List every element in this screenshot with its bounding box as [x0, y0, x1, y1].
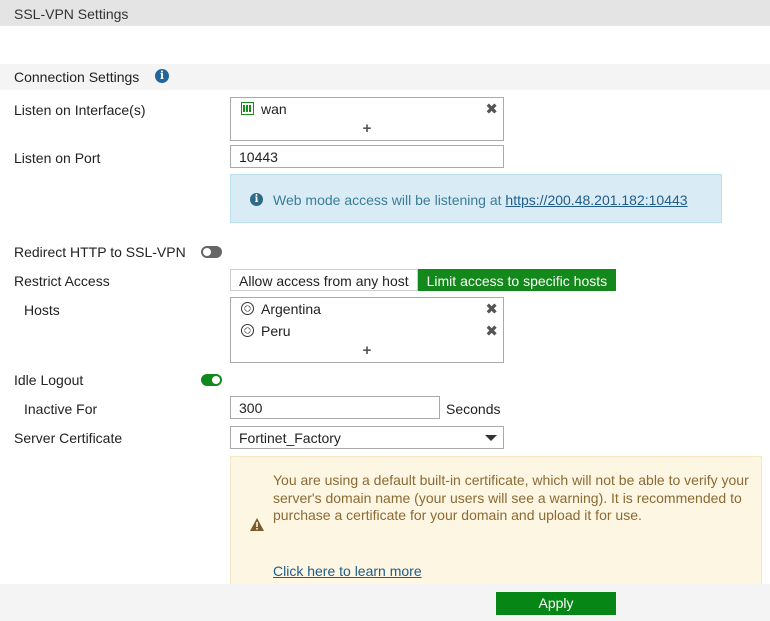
- hosts-label: Hosts: [24, 302, 60, 318]
- remove-interface-icon[interactable]: ✖: [485, 100, 498, 118]
- add-interface-button[interactable]: +: [231, 120, 503, 140]
- add-host-button[interactable]: +: [231, 342, 503, 362]
- interface-name: wan: [261, 101, 287, 117]
- host-name: Argentina: [261, 301, 321, 317]
- interface-item: wan ✖: [231, 98, 503, 120]
- title-bar: SSL-VPN Settings: [0, 0, 770, 26]
- host-name: Peru: [261, 323, 291, 339]
- globe-icon: [241, 302, 254, 315]
- idle-logout-label: Idle Logout: [14, 372, 84, 388]
- toggle-knob: [203, 248, 211, 256]
- restrict-access-segmented: Allow access from any host Limit access …: [230, 269, 617, 291]
- web-mode-url-link[interactable]: https://200.48.201.182:10443: [505, 192, 687, 208]
- network-port-icon: [241, 102, 254, 115]
- listen-port-input[interactable]: [230, 145, 504, 168]
- info-circle-icon[interactable]: i: [155, 69, 169, 83]
- redirect-http-toggle[interactable]: [201, 246, 222, 258]
- seconds-unit-label: Seconds: [446, 401, 501, 417]
- inactive-for-input[interactable]: [230, 396, 440, 419]
- listen-interface-select[interactable]: wan ✖ +: [230, 97, 504, 141]
- info-circle-icon: i: [250, 193, 263, 206]
- chevron-down-icon: [485, 435, 497, 441]
- page-title: SSL-VPN Settings: [14, 6, 129, 22]
- server-certificate-select[interactable]: Fortinet_Factory: [230, 426, 504, 449]
- footer-bar: Apply: [0, 584, 770, 621]
- inactive-for-label: Inactive For: [24, 401, 98, 417]
- listen-interface-label: Listen on Interface(s): [14, 102, 146, 118]
- section-title: Connection Settings: [14, 69, 140, 85]
- restrict-access-label: Restrict Access: [14, 273, 110, 289]
- allow-any-host-option[interactable]: Allow access from any host: [230, 269, 418, 291]
- globe-icon: [241, 324, 254, 337]
- host-item: Peru ✖: [231, 320, 503, 342]
- web-mode-info-text: Web mode access will be listening at htt…: [273, 192, 688, 208]
- certificate-warning-text: You are using a default built-in certifi…: [273, 472, 749, 523]
- listen-port-label: Listen on Port: [14, 150, 101, 166]
- remove-host-icon[interactable]: ✖: [485, 322, 498, 340]
- host-item: Argentina ✖: [231, 298, 503, 320]
- web-mode-info-box: i Web mode access will be listening at h…: [230, 174, 722, 223]
- redirect-http-label: Redirect HTTP to SSL-VPN: [14, 244, 186, 260]
- selected-certificate: Fortinet_Factory: [239, 430, 341, 446]
- toggle-knob: [212, 376, 220, 384]
- learn-more-link[interactable]: Click here to learn more: [273, 563, 422, 579]
- remove-host-icon[interactable]: ✖: [485, 300, 498, 318]
- apply-button[interactable]: Apply: [496, 592, 616, 615]
- certificate-warning-box: You are using a default built-in certifi…: [230, 456, 762, 588]
- hosts-select[interactable]: Argentina ✖ Peru ✖ +: [230, 297, 504, 363]
- section-header-connection-settings: Connection Settings i: [0, 64, 770, 90]
- limit-specific-hosts-option[interactable]: Limit access to specific hosts: [417, 269, 617, 291]
- warning-triangle-icon: [250, 518, 264, 531]
- server-certificate-label: Server Certificate: [14, 430, 123, 446]
- idle-logout-toggle[interactable]: [201, 374, 222, 386]
